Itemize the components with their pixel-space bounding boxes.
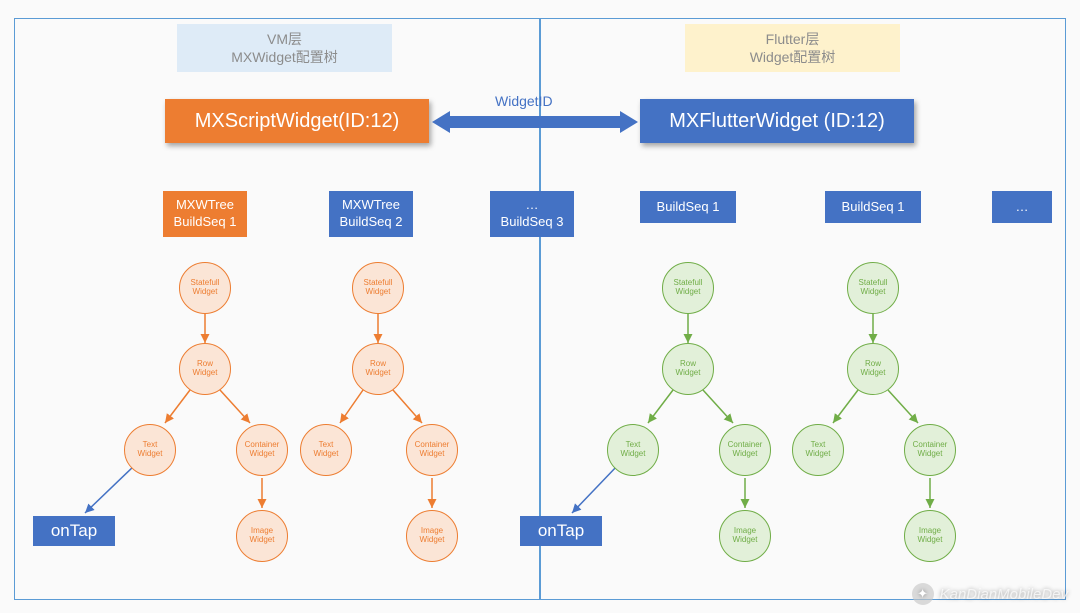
vm-seq2-l2: BuildSeq 2 bbox=[340, 214, 403, 229]
header-flutter-line2: Widget配置树 bbox=[695, 48, 890, 66]
header-flutter-line1: Flutter层 bbox=[695, 30, 890, 48]
vm-seq3-l2: BuildSeq 3 bbox=[501, 214, 564, 229]
node-row-widget: Row Widget bbox=[662, 343, 714, 395]
ontap-box-left: onTap bbox=[33, 516, 115, 546]
node-text-widget: Text Widget bbox=[124, 424, 176, 476]
wechat-icon: ✦ bbox=[912, 583, 934, 605]
vm-buildseq-1: MXWTree BuildSeq 1 bbox=[163, 191, 247, 237]
mxflutterwidget-box: MXFlutterWidget (ID:12) bbox=[640, 99, 914, 143]
node-row-widget: Row Widget bbox=[352, 343, 404, 395]
node-text-widget: Text Widget bbox=[792, 424, 844, 476]
node-row-widget: Row Widget bbox=[179, 343, 231, 395]
node-container-widget: Container Widget bbox=[236, 424, 288, 476]
widgetid-label: WidgetID bbox=[495, 93, 553, 109]
vm-buildseq-3: … BuildSeq 3 bbox=[490, 191, 574, 237]
flutter-buildseq-1: BuildSeq 1 bbox=[640, 191, 736, 223]
header-vm-line1: VM层 bbox=[187, 30, 382, 48]
vm-buildseq-2: MXWTree BuildSeq 2 bbox=[329, 191, 413, 237]
node-statefull-widget: Statefull Widget bbox=[179, 262, 231, 314]
node-container-widget: Container Widget bbox=[719, 424, 771, 476]
vm-seq2-l1: MXWTree bbox=[342, 197, 400, 212]
node-text-widget: Text Widget bbox=[300, 424, 352, 476]
widgetid-arrow bbox=[432, 113, 638, 131]
header-vm-line2: MXWidget配置树 bbox=[187, 48, 382, 66]
node-container-widget: Container Widget bbox=[406, 424, 458, 476]
watermark: ✦ KanDianMobileDev bbox=[912, 583, 1068, 605]
mxscriptwidget-box: MXScriptWidget(ID:12) bbox=[165, 99, 429, 143]
node-text-widget: Text Widget bbox=[607, 424, 659, 476]
vm-seq3-l1: … bbox=[525, 197, 538, 212]
header-flutter: Flutter层 Widget配置树 bbox=[685, 24, 900, 72]
ontap-box-right: onTap bbox=[520, 516, 602, 546]
node-image-widget: Image Widget bbox=[236, 510, 288, 562]
node-row-widget: Row Widget bbox=[847, 343, 899, 395]
watermark-text: KanDianMobileDev bbox=[940, 586, 1068, 603]
node-statefull-widget: Statefull Widget bbox=[847, 262, 899, 314]
node-statefull-widget: Statefull Widget bbox=[662, 262, 714, 314]
flutter-buildseq-2: BuildSeq 1 bbox=[825, 191, 921, 223]
node-image-widget: Image Widget bbox=[719, 510, 771, 562]
header-vm: VM层 MXWidget配置树 bbox=[177, 24, 392, 72]
vm-seq1-l2: BuildSeq 1 bbox=[174, 214, 237, 229]
node-statefull-widget: Statefull Widget bbox=[352, 262, 404, 314]
vm-seq1-l1: MXWTree bbox=[176, 197, 234, 212]
node-container-widget: Container Widget bbox=[904, 424, 956, 476]
node-image-widget: Image Widget bbox=[406, 510, 458, 562]
flutter-buildseq-3: … bbox=[992, 191, 1052, 223]
node-image-widget: Image Widget bbox=[904, 510, 956, 562]
